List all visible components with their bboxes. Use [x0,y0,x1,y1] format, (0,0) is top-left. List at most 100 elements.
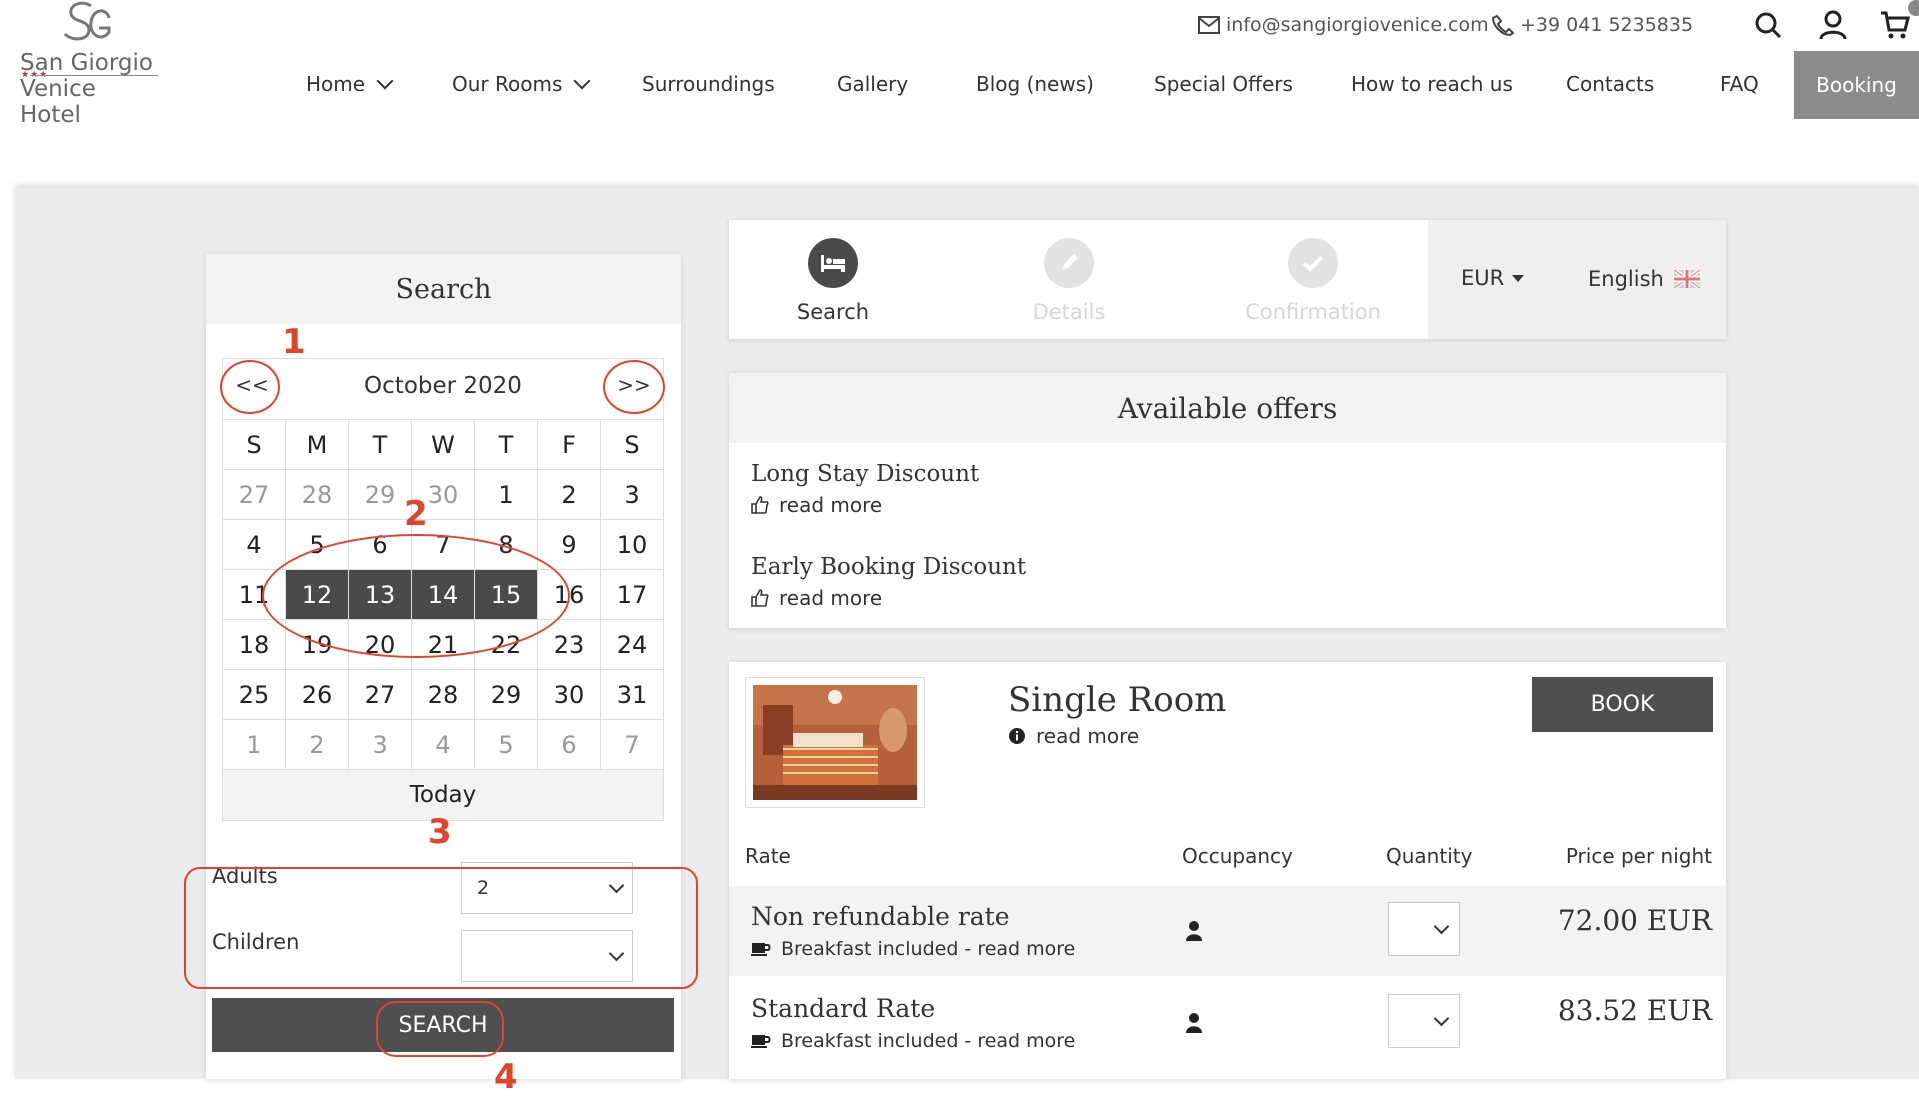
calendar-day[interactable]: 27 [348,669,412,720]
calendar-day[interactable]: 1 [474,469,538,520]
main-nav: Home Our Rooms Surroundings Gallery Blog… [0,50,1919,120]
offer-title: Early Booking Discount [751,554,1027,580]
chevron-down-icon [573,72,591,90]
offer-read-more-label: read more [779,493,883,517]
weekday-label: F [537,419,601,470]
nav-our-rooms[interactable]: Our Rooms [452,72,591,96]
calendar-month: October 2020 [364,373,522,399]
email-link[interactable]: info@sangiorgiovenice.com [1198,14,1489,36]
calendar-day[interactable]: 9 [537,519,601,570]
site-header: San Giorgio ★★★ Venice Hotel info@sangio… [0,0,1919,188]
calendar-day[interactable]: 6 [537,719,601,770]
nav-blog[interactable]: Blog (news) [976,72,1094,96]
rate-name: Standard Rate [751,994,936,1023]
calendar-day[interactable]: 30 [537,669,601,720]
calendar-day[interactable]: 27 [222,469,286,520]
step-details: Details [969,238,1169,324]
calendar-day[interactable]: 7 [600,719,664,770]
nav-home[interactable]: Home [306,72,394,96]
coffee-cup-icon [751,1035,771,1048]
calendar-week: 25 26 27 28 29 30 31 [222,669,664,720]
thumbs-up-icon [751,496,769,514]
language-select[interactable]: English [1588,267,1700,291]
annotation-rect [184,867,698,989]
calendar-day[interactable]: 29 [474,669,538,720]
offer-read-more[interactable]: read more [751,586,1026,610]
calendar-day[interactable]: 3 [348,719,412,770]
column-header-quantity: Quantity [1386,844,1473,868]
offer-item: Long Stay Discount read more [751,461,979,517]
offer-read-more[interactable]: read more [751,493,979,517]
caret-down-icon [1512,274,1525,282]
calendar-day[interactable]: 3 [600,469,664,520]
nav-contacts[interactable]: Contacts [1566,72,1654,96]
rate-name: Non refundable rate [751,902,1010,931]
step-search[interactable]: Search [733,238,933,324]
nav-faq-label: FAQ [1720,72,1759,96]
weekday-label: M [285,419,349,470]
calendar-day[interactable]: 1 [222,719,286,770]
calendar-day[interactable]: 31 [600,669,664,720]
uk-flag-icon [1673,270,1700,288]
quantity-select[interactable] [1388,902,1460,956]
nav-our-rooms-label: Our Rooms [452,72,563,96]
calendar-header: << October 2020 >> [222,358,664,419]
book-button[interactable]: BOOK [1532,677,1713,732]
calendar-day[interactable]: 2 [537,469,601,520]
nav-surroundings[interactable]: Surroundings [642,72,775,96]
column-header-rate: Rate [745,844,791,868]
user-icon[interactable] [1816,8,1850,42]
nav-gallery[interactable]: Gallery [837,72,908,96]
calendar-day[interactable]: 5 [474,719,538,770]
calendar-day[interactable]: 25 [222,669,286,720]
column-header-price: Price per night [1565,844,1712,868]
quantity-select[interactable] [1388,994,1460,1048]
phone-text: +39 041 5235835 [1520,14,1694,36]
annotation-oval [220,360,280,414]
weekday-row: S M T W T F S [222,419,664,470]
calendar-day[interactable]: 2 [285,719,349,770]
calendar-day[interactable]: 28 [285,469,349,520]
rate-price: 83.52 EUR [1557,994,1712,1027]
booking-steps: Search Details Confirmation EUR English [729,220,1726,339]
room-photo[interactable] [745,677,925,808]
pencil-icon [1044,238,1094,288]
check-icon [1288,238,1338,288]
calendar-day[interactable]: 26 [285,669,349,720]
calendar-day[interactable]: 10 [600,519,664,570]
nav-how-to-reach-label: How to reach us [1351,72,1513,96]
calendar-day[interactable]: 4 [222,519,286,570]
cart-icon[interactable] [1878,0,1919,42]
locale-settings: EUR English [1428,220,1726,339]
calendar-day[interactable]: 4 [411,719,475,770]
coffee-cup-icon [751,943,771,956]
rate-details-link[interactable]: Breakfast included - read more [751,938,1075,960]
nav-faq[interactable]: FAQ [1720,72,1759,96]
currency-select[interactable]: EUR [1461,266,1525,290]
annotation-number: 2 [404,494,428,534]
calendar-week: 27 28 29 30 1 2 3 [222,469,664,520]
nav-how-to-reach[interactable]: How to reach us [1351,72,1513,96]
email-text: info@sangiorgiovenice.com [1226,14,1489,36]
calendar-day[interactable]: 28 [411,669,475,720]
cart-count-badge [1908,0,1919,16]
chevron-down-icon [1433,918,1450,935]
phone-link[interactable]: +39 041 5235835 [1492,14,1693,36]
available-offers-panel: Available offers Long Stay Discount read… [729,373,1726,628]
annotation-oval [376,1001,504,1057]
calendar-day[interactable]: 29 [348,469,412,520]
nav-surroundings-label: Surroundings [642,72,775,96]
step-label: Details [1032,300,1106,324]
column-header-occupancy: Occupancy [1182,844,1293,868]
booking-button[interactable]: Booking [1794,51,1919,119]
offer-title: Long Stay Discount [751,461,980,487]
calendar-day[interactable]: 18 [222,619,286,670]
language-value: English [1588,267,1664,291]
rate-details-link[interactable]: Breakfast included - read more [751,1030,1075,1052]
search-icon[interactable] [1751,8,1785,42]
offers-title: Available offers [729,373,1726,443]
calendar-day[interactable]: 24 [600,619,664,670]
calendar-day[interactable]: 17 [600,569,664,620]
nav-special-offers[interactable]: Special Offers [1154,72,1293,96]
room-read-more[interactable]: read more [1008,724,1139,748]
